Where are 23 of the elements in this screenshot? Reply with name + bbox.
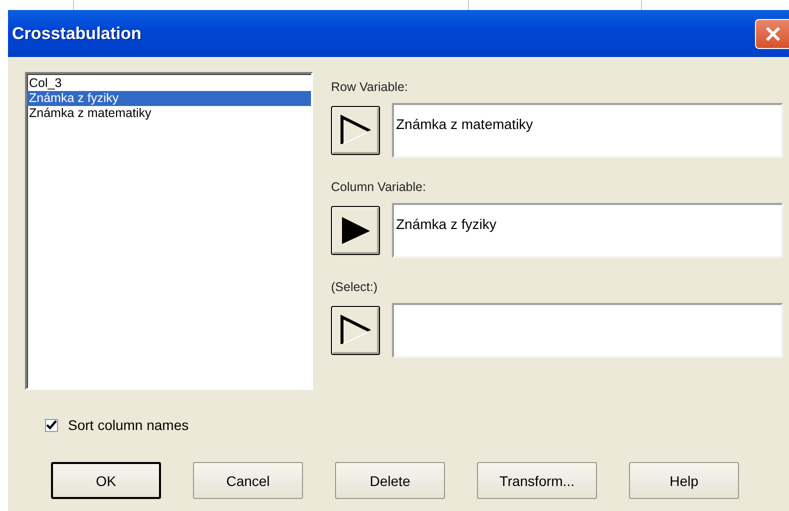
- close-button[interactable]: [755, 18, 789, 48]
- dialog-button[interactable]: Help: [629, 462, 739, 499]
- dialog-button[interactable]: Delete: [335, 462, 445, 499]
- arrow-button[interactable]: [331, 206, 380, 254]
- list-item[interactable]: Col_3: [27, 76, 311, 91]
- field-label: (Select:): [331, 280, 379, 296]
- arrow-button[interactable]: [331, 106, 380, 154]
- list-item[interactable]: Známka z matematiky: [27, 106, 311, 121]
- dialog-button[interactable]: OK: [51, 462, 161, 499]
- list-item[interactable]: Známka z fyziky: [27, 91, 311, 106]
- column-listbox[interactable]: Col_3 Známka z fyziky Známka z matematiky: [25, 72, 313, 390]
- variable-field[interactable]: Známka z fyziky: [392, 203, 783, 258]
- variable-field[interactable]: Známka z matematiky: [392, 103, 783, 158]
- field-label: Column Variable:: [331, 180, 427, 196]
- variable-field[interactable]: [392, 303, 783, 358]
- arrow-button[interactable]: [331, 306, 380, 354]
- checkbox-label: Sort column names: [68, 417, 189, 433]
- window-title: Crosstabulation: [11, 24, 142, 44]
- field-label: Row Variable:: [331, 80, 409, 96]
- dialog-button[interactable]: Transform...: [477, 462, 597, 499]
- checkmark-icon: [46, 420, 57, 430]
- dialog-button[interactable]: Cancel: [193, 462, 303, 499]
- checkbox[interactable]: [45, 418, 58, 432]
